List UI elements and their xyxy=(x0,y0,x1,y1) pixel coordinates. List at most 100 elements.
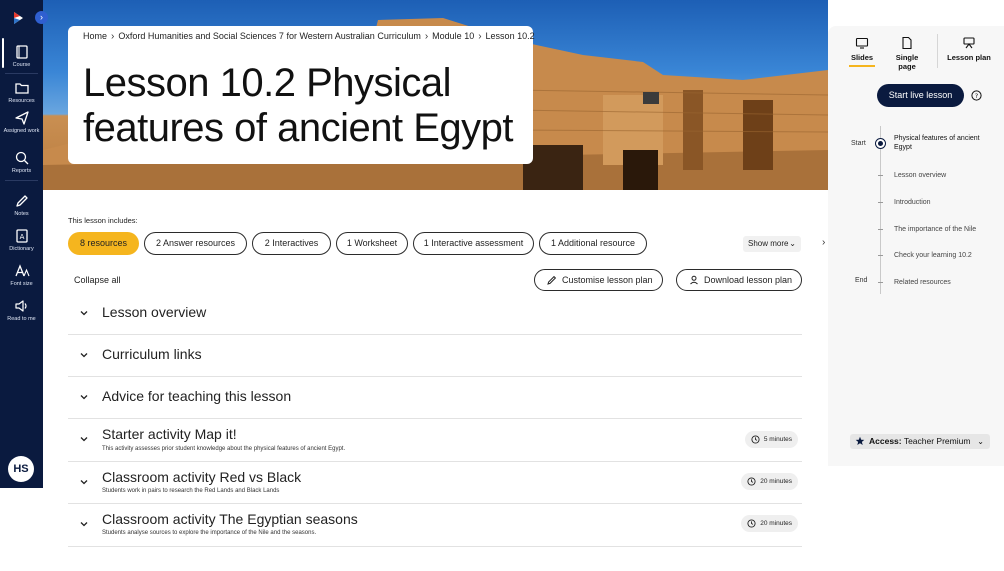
reports-icon xyxy=(15,151,28,165)
breadcrumb-home-link[interactable]: Home xyxy=(83,31,107,41)
timeline-tick xyxy=(878,282,883,283)
chevron-down-icon xyxy=(80,480,88,485)
help-icon[interactable]: ? xyxy=(971,90,982,101)
accordion-lesson-overview[interactable]: Lesson overview xyxy=(68,292,802,335)
sidebar-item-resources[interactable]: Resources xyxy=(0,80,43,105)
sidebar-item-label: Course xyxy=(12,62,31,68)
sidebar-item-label: Font size xyxy=(10,281,33,287)
lesson-includes-label: This lesson includes: xyxy=(68,216,138,225)
chevron-down-icon xyxy=(80,311,88,316)
person-icon xyxy=(690,275,698,285)
timeline-item[interactable]: Physical features of ancient Egypt xyxy=(894,134,998,152)
tab-lesson-plan[interactable]: Lesson plan xyxy=(947,36,991,62)
access-level-dropdown[interactable]: Access: Teacher Premium ⌄ xyxy=(850,434,990,449)
folder-icon xyxy=(14,83,29,94)
svg-text:A: A xyxy=(19,233,24,241)
timeline-tick xyxy=(878,202,883,203)
page-title: Lesson 10.2 Physical features of ancient… xyxy=(83,61,514,150)
breadcrumb-course-link[interactable]: Oxford Humanities and Social Sciences 7 … xyxy=(118,31,420,41)
customise-lesson-plan-button[interactable]: Customise lesson plan xyxy=(534,269,663,291)
star-icon xyxy=(855,436,865,445)
duration-text: 20 minutes xyxy=(760,478,792,485)
filter-chip-interactive-assessment[interactable]: 1 Interactive assessment xyxy=(413,232,534,255)
sidebar-item-label: Notes xyxy=(14,211,29,217)
customise-label: Customise lesson plan xyxy=(562,275,653,285)
accordion-title: Classroom activity Red vs Black xyxy=(102,469,302,485)
timeline-item[interactable]: Introduction xyxy=(894,198,998,207)
breadcrumb-lesson-link[interactable]: Lesson 10.2 xyxy=(486,31,535,41)
chevron-right-icon: › xyxy=(424,31,429,42)
expand-sidebar-button[interactable]: › xyxy=(35,11,48,24)
tab-slides[interactable]: Slides xyxy=(849,36,875,67)
duration-badge: 20 minutes xyxy=(741,473,798,490)
accordion-curriculum-links[interactable]: Curriculum links xyxy=(68,335,802,377)
download-label: Download lesson plan xyxy=(704,275,793,285)
sidebar-item-font-size[interactable]: Font size xyxy=(0,263,43,288)
tab-label: Lesson plan xyxy=(947,53,991,62)
font-size-icon xyxy=(14,264,30,277)
duration-badge: 20 minutes xyxy=(741,515,798,532)
accordion-starter-activity[interactable]: Starter activity Map it! This activity a… xyxy=(68,419,802,462)
breadcrumb: Home › Oxford Humanities and Social Scienc… xyxy=(83,31,535,42)
timeline-item[interactable]: Lesson overview xyxy=(894,171,998,180)
chevron-down-icon xyxy=(80,353,88,358)
filter-chip-interactives[interactable]: 2 Interactives xyxy=(252,232,331,255)
book-icon xyxy=(15,45,28,59)
start-live-lesson-button[interactable]: Start live lesson xyxy=(877,84,964,107)
app-logo-icon xyxy=(14,12,23,24)
chevron-right-icon: › xyxy=(478,31,482,42)
user-avatar[interactable]: HS xyxy=(8,456,34,482)
chevron-down-icon: ⌄ xyxy=(977,437,984,446)
breadcrumb-module-link[interactable]: Module 10 xyxy=(432,31,474,41)
accordion-title: Classroom activity The Egyptian seasons xyxy=(102,511,358,527)
timeline-item[interactable]: Related resources xyxy=(894,278,998,287)
accordion-red-vs-black[interactable]: Classroom activity Red vs Black Students… xyxy=(68,462,802,504)
chevron-right-icon: › xyxy=(111,31,115,42)
show-more-button[interactable]: Show more ⌄ xyxy=(743,236,801,252)
sidebar-item-label: Reports xyxy=(11,168,32,174)
filter-chip-resources[interactable]: 8 resources xyxy=(68,232,139,255)
sidebar-item-assigned-work[interactable]: Assigned work xyxy=(0,110,43,135)
sidebar-item-label: Read to me xyxy=(7,316,36,322)
sidebar-item-notes[interactable]: Notes xyxy=(0,193,43,218)
sidebar-item-label: Dictionary xyxy=(9,246,34,252)
accordion-egyptian-seasons[interactable]: Classroom activity The Egyptian seasons … xyxy=(68,504,802,547)
timeline-tick xyxy=(878,175,883,176)
sidebar-item-read-to-me[interactable]: Read to me xyxy=(0,298,43,323)
page-icon xyxy=(902,36,912,50)
accordion-subtitle: This activity assesses prior student kno… xyxy=(102,446,346,452)
timeline-current-dot xyxy=(878,141,883,146)
dictionary-icon: A xyxy=(15,229,28,243)
tab-label: Single page xyxy=(895,53,919,71)
accordion-subtitle: Students analyse sources to explore the … xyxy=(102,530,317,536)
filter-chip-answer-resources[interactable]: 2 Answer resources xyxy=(144,232,247,255)
chevron-down-icon: ⌄ xyxy=(789,239,796,248)
tab-divider xyxy=(937,34,938,68)
accordion-title: Starter activity Map it! xyxy=(102,426,237,442)
sidebar-item-label: Assigned work xyxy=(3,128,40,134)
sidebar-item-course[interactable]: Course xyxy=(0,38,43,69)
timeline-item[interactable]: Check your learning 10.2 xyxy=(894,251,998,260)
collapse-all-button[interactable]: Collapse all xyxy=(74,275,121,285)
left-sidebar: Course Resources Assigned work Reports N… xyxy=(0,0,43,488)
chevron-down-icon xyxy=(80,522,88,527)
lesson-plan-icon xyxy=(963,37,975,49)
sidebar-divider xyxy=(5,73,38,74)
sidebar-item-reports[interactable]: Reports xyxy=(0,150,43,175)
chevron-down-icon xyxy=(80,437,88,442)
speaker-icon xyxy=(14,300,27,312)
filter-chip-worksheet[interactable]: 1 Worksheet xyxy=(336,232,408,255)
timeline-item[interactable]: The importance of the Nile xyxy=(894,225,998,234)
accordion-title: Lesson overview xyxy=(102,304,207,320)
filter-chip-additional-resource[interactable]: 1 Additional resource xyxy=(539,232,647,255)
access-value: Teacher Premium xyxy=(903,436,971,446)
download-lesson-plan-button[interactable]: Download lesson plan xyxy=(676,269,802,291)
send-icon xyxy=(14,111,29,125)
tab-single-page[interactable]: Single page xyxy=(886,36,928,71)
accordion-advice-for-teaching[interactable]: Advice for teaching this lesson xyxy=(68,377,802,419)
duration-badge: 5 minutes xyxy=(744,431,798,448)
access-label: Access: xyxy=(869,436,902,446)
timeline-tick xyxy=(878,255,883,256)
chevron-right-icon[interactable]: › xyxy=(822,237,825,248)
sidebar-item-dictionary[interactable]: A Dictionary xyxy=(0,228,43,253)
